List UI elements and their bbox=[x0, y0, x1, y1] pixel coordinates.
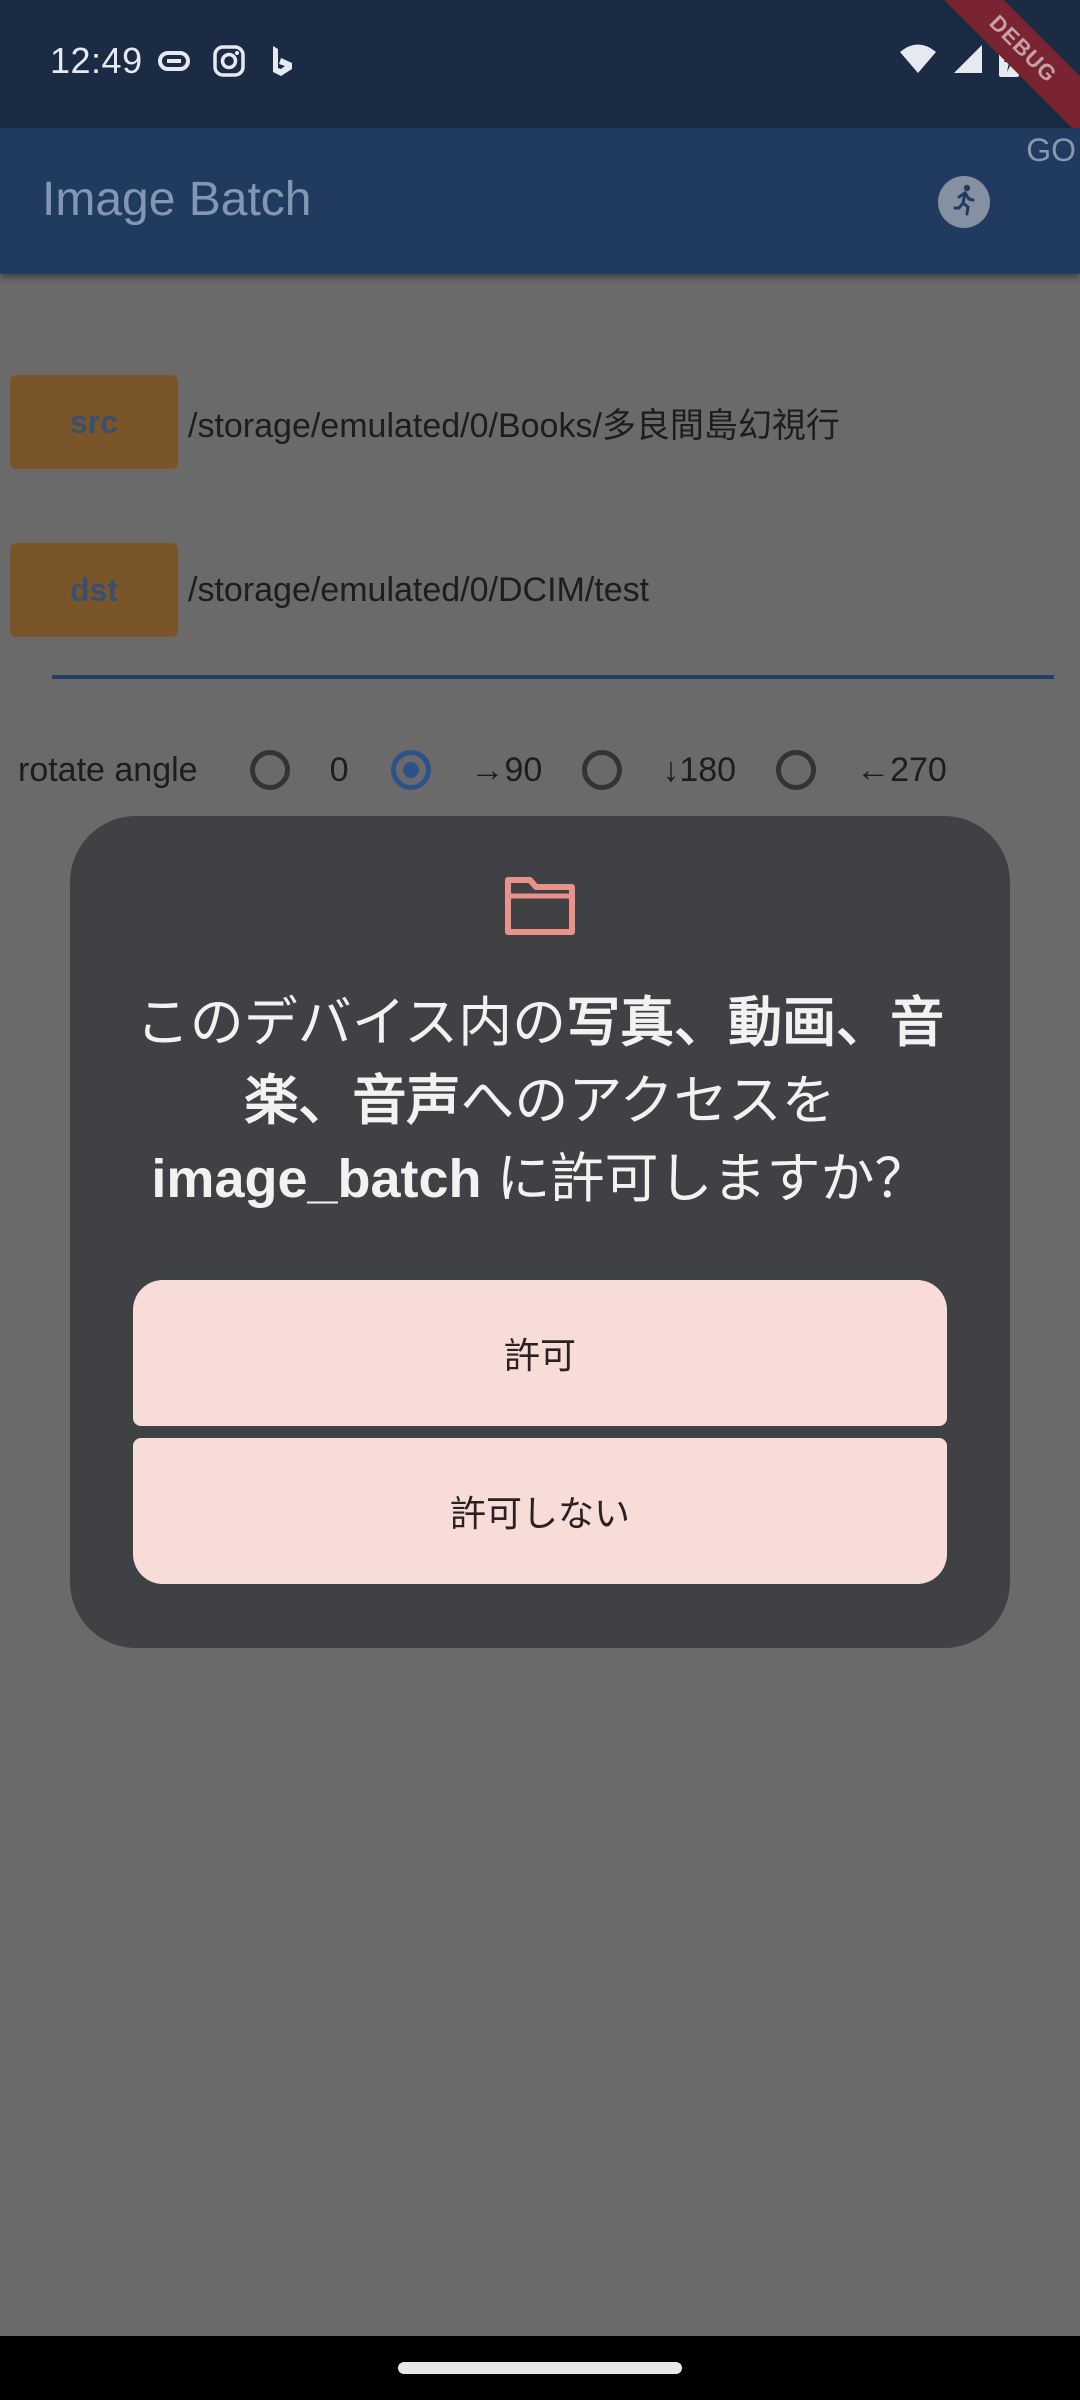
bing-icon bbox=[268, 44, 296, 83]
folder-icon bbox=[504, 874, 576, 936]
radio-rotate-180[interactable] bbox=[582, 750, 623, 790]
navigation-bar bbox=[0, 2336, 1080, 2400]
app-title: Image Batch bbox=[42, 173, 312, 226]
radio-rotate-270[interactable] bbox=[776, 750, 817, 790]
wifi-icon bbox=[898, 43, 938, 80]
radio-label-0: 0 bbox=[329, 750, 349, 789]
src-button[interactable]: src bbox=[10, 375, 178, 469]
deny-button[interactable]: 許可しない bbox=[133, 1438, 947, 1584]
radio-rotate-90[interactable] bbox=[390, 750, 431, 790]
radio-label-90: →90 bbox=[470, 750, 543, 789]
radio-rotate-0[interactable] bbox=[249, 750, 290, 790]
run-icon bbox=[947, 183, 981, 222]
rotate-angle-group: rotate angle 0 →90 ↓180 ←270 bbox=[18, 740, 947, 800]
app-bar: Image Batch GO bbox=[0, 128, 1080, 274]
dst-button[interactable]: dst bbox=[10, 543, 178, 637]
dialog-message: このデバイス内の写真、動画、音楽、音声へのアクセスを image_batch に許… bbox=[120, 984, 960, 1218]
notification-icons bbox=[158, 44, 296, 83]
go-button[interactable]: GO bbox=[1026, 132, 1076, 169]
msg-part-5: に許可しますか？ bbox=[481, 1149, 929, 1209]
rotate-label: rotate angle bbox=[18, 750, 198, 789]
dst-path: /storage/emulated/0/DCIM/test bbox=[188, 570, 650, 609]
src-path: /storage/emulated/0/Books/多良間島幻視行 bbox=[188, 406, 840, 445]
home-handle[interactable] bbox=[398, 2362, 682, 2374]
pill-icon bbox=[158, 50, 190, 77]
divider bbox=[52, 675, 1054, 679]
src-row: src /storage/emulated/0/Books/多良間島幻視行 bbox=[10, 375, 840, 469]
run-button[interactable] bbox=[938, 176, 990, 228]
allow-button[interactable]: 許可 bbox=[133, 1280, 947, 1426]
radio-label-180: ↓180 bbox=[662, 750, 737, 789]
msg-part-3: へのアクセスを bbox=[460, 1071, 836, 1131]
instagram-icon bbox=[212, 44, 246, 83]
radio-label-270: ←270 bbox=[856, 750, 947, 789]
dst-row: dst /storage/emulated/0/DCIM/test bbox=[10, 543, 649, 637]
signal-icon bbox=[952, 43, 984, 80]
permission-dialog: このデバイス内の写真、動画、音楽、音声へのアクセスを image_batch に許… bbox=[70, 816, 1010, 1648]
status-time: 12:49 bbox=[50, 40, 143, 81]
msg-app-name: image_batch bbox=[151, 1149, 482, 1209]
msg-part-1: このデバイス内の bbox=[135, 993, 567, 1053]
status-bar: 12:49 DEBUG bbox=[0, 0, 1080, 146]
